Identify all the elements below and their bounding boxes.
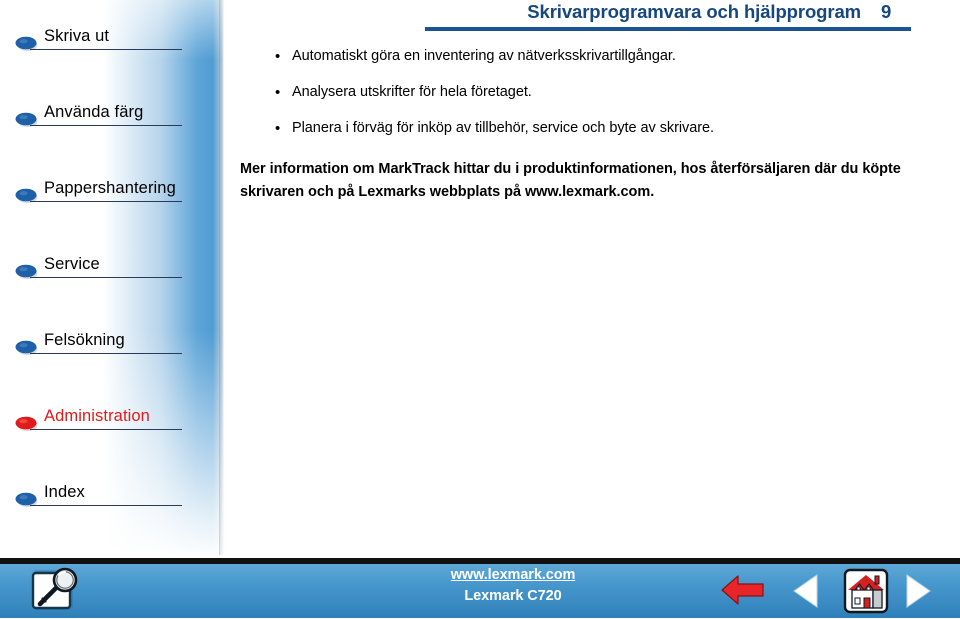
- header-divider: [425, 27, 911, 31]
- main-content: • Automatiskt göra en inventering av nät…: [240, 46, 948, 204]
- list-item: • Analysera utskrifter för hela företage…: [240, 82, 948, 103]
- sidebar-item-skriva-ut[interactable]: Skriva ut: [0, 24, 224, 58]
- sidebar-item-underline: [30, 353, 182, 354]
- home-icon[interactable]: [843, 568, 889, 614]
- bullet-glyph: •: [275, 120, 281, 137]
- sidebar-item-administration[interactable]: Administration: [0, 404, 224, 438]
- sidebar-item-label: Använda färg: [44, 103, 144, 121]
- sidebar-item-underline: [30, 49, 182, 50]
- sidebar-item-anvanda-farg[interactable]: Använda färg: [0, 100, 224, 134]
- list-item: • Automatiskt göra en inventering av nät…: [240, 46, 948, 67]
- bullet-glyph: •: [275, 84, 281, 101]
- sidebar-item-index[interactable]: Index: [0, 480, 224, 514]
- sidebar-item-underline: [30, 125, 182, 126]
- sidebar-item-label: Felsökning: [44, 331, 125, 349]
- document-page: Skriva ut Använda färg Pappershantering …: [0, 0, 960, 618]
- page-header: Skrivarprogramvara och hjälpprogram 9: [425, 0, 911, 34]
- sidebar-item-felsokning[interactable]: Felsökning: [0, 328, 224, 362]
- previous-icon[interactable]: [790, 572, 824, 610]
- sidebar-item-underline: [30, 277, 182, 278]
- page-title: Skrivarprogramvara och hjälpprogram: [527, 1, 861, 22]
- sidebar-item-underline: [30, 201, 182, 202]
- back-icon[interactable]: [720, 572, 766, 608]
- search-icon[interactable]: [30, 566, 86, 614]
- list-item-text: Automatiskt göra en inventering av nätve…: [292, 48, 676, 64]
- sidebar-item-underline: [30, 505, 182, 506]
- sidebar-item-label: Skriva ut: [44, 27, 110, 45]
- page-number: 9: [881, 1, 892, 22]
- sidebar-navigation: Skriva ut Använda färg Pappershantering …: [0, 0, 232, 560]
- footer-branding: www.lexmark.com Lexmark C720: [398, 567, 628, 604]
- sidebar-item-label: Index: [44, 483, 85, 501]
- next-icon[interactable]: [900, 572, 934, 610]
- list-item-text: Analysera utskrifter för hela företaget.: [292, 84, 532, 100]
- sidebar-item-underline: [30, 429, 182, 430]
- lexmark-website-link[interactable]: www.lexmark.com: [398, 567, 628, 583]
- list-item: • Planera i förväg för inköp av tillbehö…: [240, 118, 948, 139]
- list-item-text: Planera i förväg för inköp av tillbehör,…: [292, 120, 715, 136]
- sidebar-item-label: Administration: [44, 407, 150, 425]
- sidebar-item-pappershantering[interactable]: Pappershantering: [0, 176, 224, 210]
- sidebar-item-label: Service: [44, 255, 100, 273]
- printer-model-label: Lexmark C720: [464, 588, 562, 604]
- bullet-glyph: •: [275, 48, 281, 65]
- sidebar-item-label: Pappershantering: [44, 179, 176, 197]
- body-paragraph: Mer information om MarkTrack hittar du i…: [240, 161, 901, 200]
- sidebar-item-service[interactable]: Service: [0, 252, 224, 286]
